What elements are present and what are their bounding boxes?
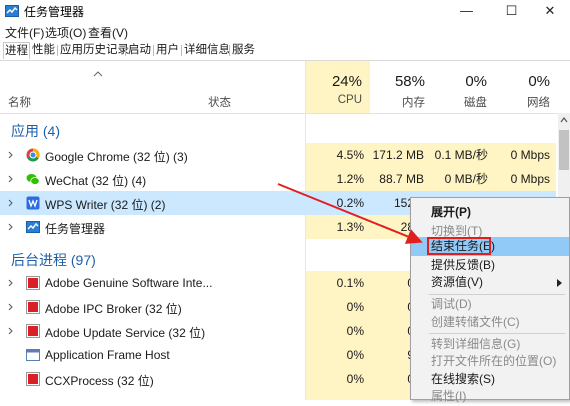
annotation-arrow-icon (277, 183, 423, 244)
